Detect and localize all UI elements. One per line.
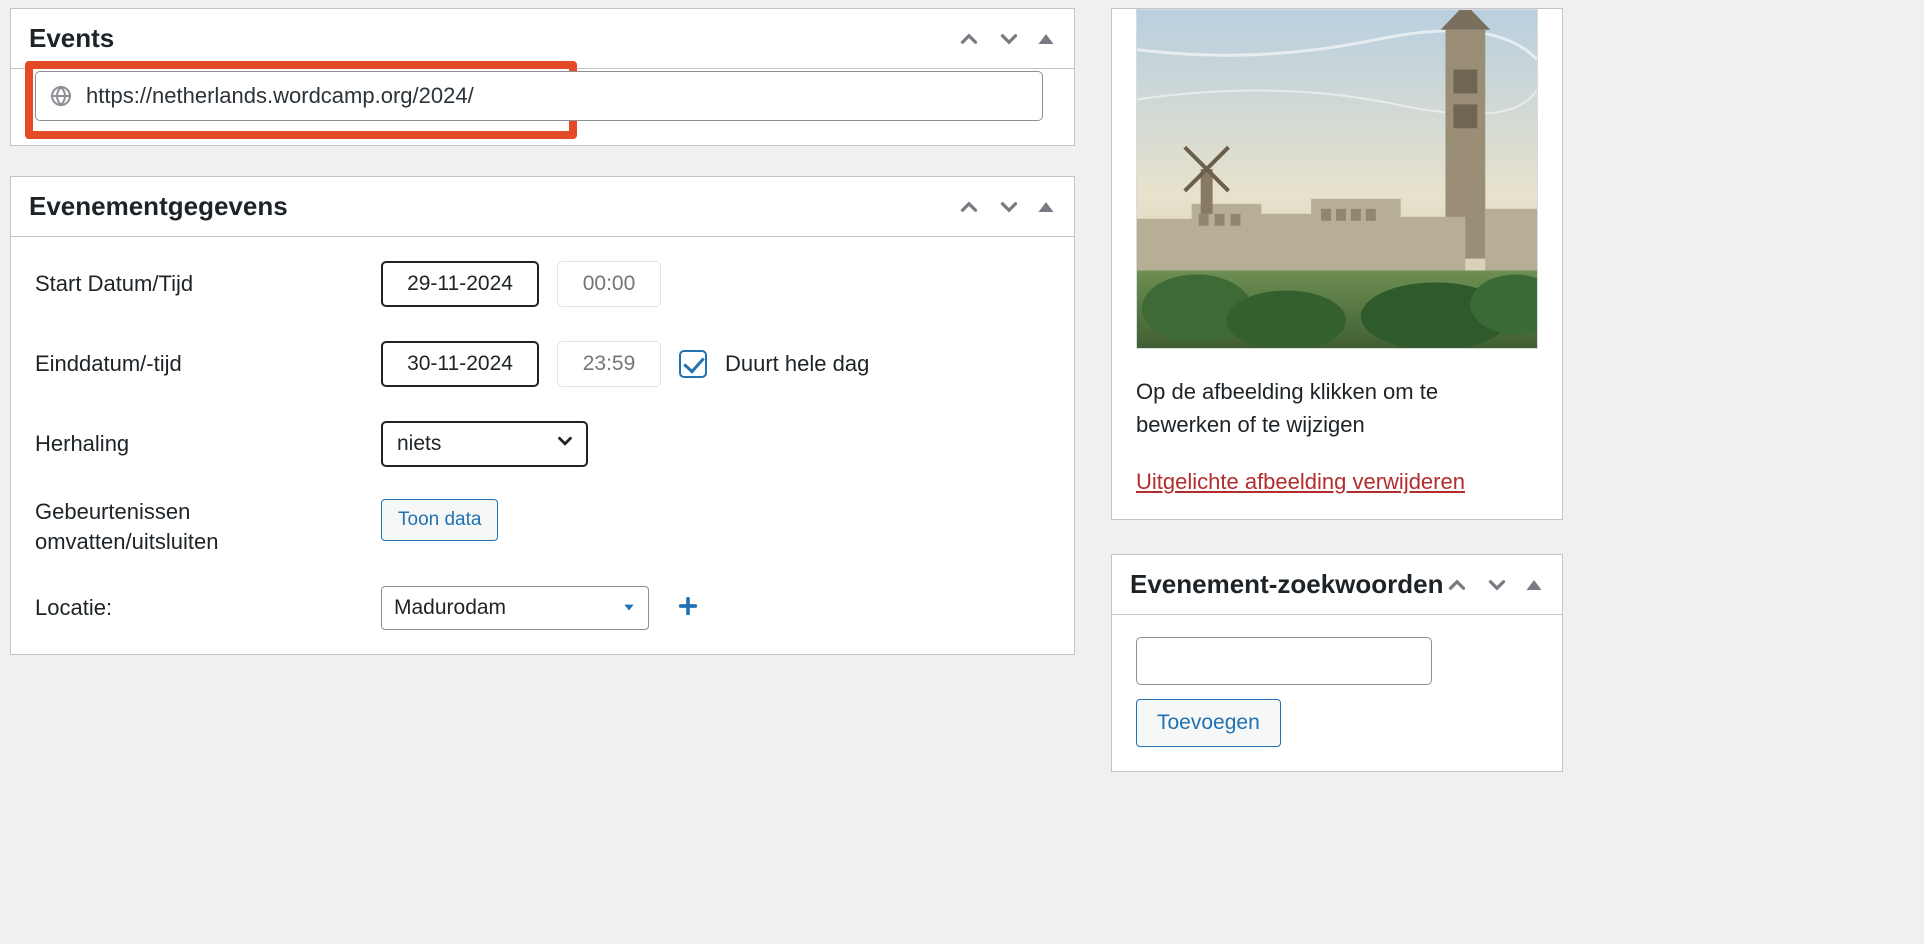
toggle-panel-icon[interactable] xyxy=(1524,575,1544,595)
add-keyword-button[interactable]: Toevoegen xyxy=(1136,699,1281,747)
all-day-label: Duurt hele dag xyxy=(725,351,869,377)
end-date-input[interactable] xyxy=(381,341,539,387)
featured-image-caption: Op de afbeelding klikken om te bewerken … xyxy=(1136,375,1538,441)
move-down-icon[interactable] xyxy=(1484,572,1510,598)
end-date-label: Einddatum/-tijd xyxy=(35,351,381,377)
featured-image-thumbnail[interactable] xyxy=(1136,9,1538,349)
keywords-panel: Evenement-zoekwoorden Toevoegen xyxy=(1111,554,1563,772)
move-up-icon[interactable] xyxy=(1444,572,1470,598)
include-exclude-label: Gebeurtenissen omvatten/uitsluiten xyxy=(35,497,381,556)
add-location-icon[interactable] xyxy=(667,592,699,624)
caret-down-icon xyxy=(622,596,636,620)
events-panel: Events Website xyxy=(10,8,1075,146)
remove-featured-image-link[interactable]: Uitgelichte afbeelding verwijderen xyxy=(1136,469,1465,495)
event-data-panel-title: Evenementgegevens xyxy=(29,191,288,222)
toggle-panel-icon[interactable] xyxy=(1036,197,1056,217)
website-input[interactable] xyxy=(35,71,1043,121)
keywords-panel-title: Evenement-zoekwoorden xyxy=(1130,569,1444,600)
start-date-input[interactable] xyxy=(381,261,539,307)
globe-icon xyxy=(49,84,73,108)
event-data-panel-header: Evenementgegevens xyxy=(11,177,1074,237)
move-up-icon[interactable] xyxy=(956,194,982,220)
start-time-input[interactable] xyxy=(557,261,661,307)
repeat-select-value: niets xyxy=(397,432,441,456)
location-select-value: Madurodam xyxy=(394,596,506,620)
event-data-panel: Evenementgegevens Start Datum/Tijd xyxy=(10,176,1075,655)
events-panel-title: Events xyxy=(29,23,114,54)
featured-image-panel: Op de afbeelding klikken om te bewerken … xyxy=(1111,8,1563,520)
location-label: Locatie: xyxy=(35,595,381,621)
move-down-icon[interactable] xyxy=(996,194,1022,220)
show-data-button[interactable]: Toon data xyxy=(381,499,498,541)
keyword-input[interactable] xyxy=(1136,637,1432,685)
move-up-icon[interactable] xyxy=(956,26,982,52)
all-day-checkbox[interactable] xyxy=(679,350,707,378)
move-down-icon[interactable] xyxy=(996,26,1022,52)
repeat-label: Herhaling xyxy=(35,431,381,457)
chevron-down-icon xyxy=(554,430,576,458)
location-select[interactable]: Madurodam xyxy=(381,586,649,630)
repeat-select[interactable]: niets xyxy=(381,421,588,467)
keywords-panel-header: Evenement-zoekwoorden xyxy=(1112,555,1562,615)
toggle-panel-icon[interactable] xyxy=(1036,29,1056,49)
start-date-label: Start Datum/Tijd xyxy=(35,271,381,297)
end-time-input[interactable] xyxy=(557,341,661,387)
events-panel-header: Events xyxy=(11,9,1074,69)
